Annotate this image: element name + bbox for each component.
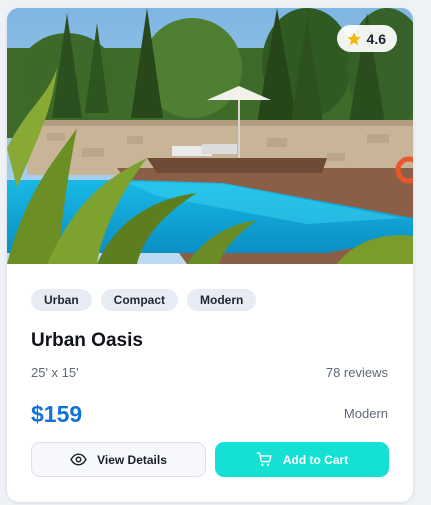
add-to-cart-label: Add to Cart	[282, 452, 349, 467]
rating-badge: 4.6	[336, 25, 397, 52]
pool-title: Urban Oasis	[31, 330, 143, 351]
view-details-label: View Details	[97, 452, 167, 467]
view-details-button[interactable]: View Details	[31, 442, 206, 477]
pool-dimensions: 25' x 15'	[31, 365, 79, 380]
review-count: 78 reviews	[325, 365, 388, 380]
star-icon	[346, 31, 361, 45]
pool-image[interactable]: 4.6	[7, 8, 413, 264]
pool-card: 4.6 Urban Compact Modern Urban Oasis 25'…	[7, 8, 413, 502]
price: $159	[31, 401, 83, 427]
tag-modern: Modern	[187, 289, 257, 311]
tag-urban: Urban	[31, 289, 92, 311]
rating-value: 4.6	[366, 30, 386, 47]
tag-compact: Compact	[100, 289, 179, 311]
style-label: Modern	[343, 406, 388, 421]
cart-icon	[256, 452, 272, 466]
tag-list: Urban Compact Modern	[31, 289, 257, 311]
add-to-cart-button[interactable]: Add to Cart	[215, 442, 389, 477]
eye-icon	[70, 453, 87, 466]
